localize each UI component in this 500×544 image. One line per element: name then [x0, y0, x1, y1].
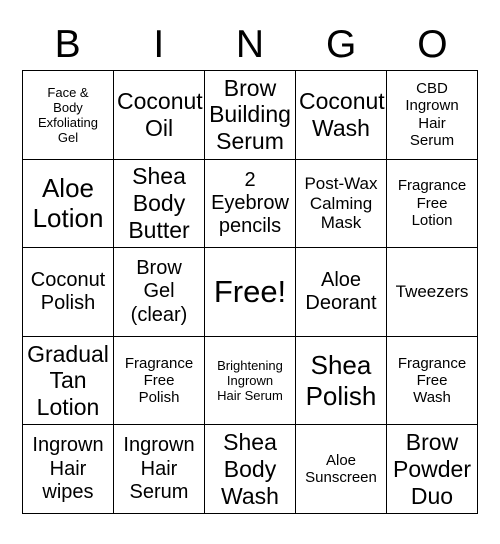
bingo-cell-label: Coconut Polish — [30, 268, 106, 314]
bingo-cell-label: Aloe Lotion — [32, 173, 104, 234]
bingo-cell[interactable]: Aloe Deorant — [296, 248, 387, 337]
bingo-cell-label: Fragrance Free Polish — [124, 354, 194, 407]
bingo-cell[interactable]: Fragrance Free Lotion — [387, 159, 478, 249]
bingo-cell[interactable]: Ingrown Hair wipes — [23, 425, 114, 514]
bingo-cell-label: Aloe Sunscreen — [305, 451, 377, 487]
bingo-cell[interactable]: Fragrance Free Wash — [387, 336, 478, 426]
bingo-cell[interactable]: Gradual Tan Lotion — [23, 336, 114, 426]
bingo-cell-label: Shea Body Butter — [128, 163, 190, 243]
bingo-cell[interactable]: 2 Eyebrow pencils — [205, 159, 296, 249]
bingo-cell-label: Post-Wax Calming Mask — [304, 173, 378, 233]
bingo-cell[interactable]: Shea Body Butter — [114, 159, 205, 249]
bingo-cell-label: Shea Polish — [305, 350, 377, 411]
bingo-cell[interactable]: Tweezers — [387, 248, 478, 337]
bingo-cell-label: Ingrown Hair wipes — [32, 434, 104, 503]
bingo-cell[interactable]: Brow Powder Duo — [387, 425, 478, 514]
bingo-cell-label: Shea Body Wash — [221, 429, 279, 509]
bingo-cell-label: Brow Gel (clear) — [130, 257, 188, 326]
bingo-card: B I N G O Face & Body Exfoliating Gel Co… — [0, 0, 500, 544]
bingo-cell-label: Brow Powder Duo — [393, 429, 471, 509]
header-letter-i: I — [153, 22, 165, 66]
header-letter-b: B — [54, 22, 81, 66]
bingo-cell-label: Brightening Ingrown Hair Serum — [217, 357, 283, 404]
bingo-cell[interactable]: Aloe Sunscreen — [296, 425, 387, 514]
bingo-cell-label: 2 Eyebrow pencils — [211, 168, 289, 237]
bingo-cell-label: Coconut Wash — [299, 88, 385, 141]
bingo-cell[interactable]: Brow Building Serum — [205, 71, 296, 160]
bingo-cell[interactable]: Brightening Ingrown Hair Serum — [205, 336, 296, 426]
bingo-cell[interactable]: Face & Body Exfoliating Gel — [23, 71, 114, 160]
bingo-cell-label: Tweezers — [395, 282, 469, 302]
header-letter-o: O — [417, 22, 448, 66]
header-letter-g: G — [326, 22, 357, 66]
bingo-cell-label: CBD Ingrown Hair Serum — [405, 80, 459, 150]
bingo-grid: Face & Body Exfoliating Gel Coconut Oil … — [22, 70, 478, 514]
bingo-free-space-label: Free! — [213, 274, 287, 310]
bingo-cell[interactable]: Fragrance Free Polish — [114, 336, 205, 426]
bingo-cell[interactable]: Coconut Polish — [23, 248, 114, 337]
bingo-cell[interactable]: Shea Polish — [296, 336, 387, 426]
bingo-cell[interactable]: Aloe Lotion — [23, 159, 114, 249]
bingo-cell-label: Face & Body Exfoliating Gel — [38, 84, 98, 145]
bingo-cell-label: Fragrance Free Wash — [397, 354, 467, 407]
bingo-cell[interactable]: Coconut Oil — [114, 71, 205, 160]
bingo-cell-label: Brow Building Serum — [209, 74, 291, 155]
bingo-header: B I N G O — [22, 20, 478, 68]
bingo-cell-label: Aloe Deorant — [305, 268, 377, 314]
header-letter-n: N — [235, 22, 265, 66]
bingo-cell-label: Fragrance Free Lotion — [397, 177, 467, 230]
bingo-cell[interactable]: Post-Wax Calming Mask — [296, 159, 387, 249]
bingo-cell[interactable]: Coconut Wash — [296, 71, 387, 160]
bingo-cell[interactable]: CBD Ingrown Hair Serum — [387, 71, 478, 160]
bingo-cell[interactable]: Ingrown Hair Serum — [114, 425, 205, 514]
bingo-cell-label: Coconut Oil — [117, 88, 203, 141]
bingo-cell[interactable]: Shea Body Wash — [205, 425, 296, 514]
bingo-cell-label: Ingrown Hair Serum — [123, 434, 195, 503]
bingo-cell-label: Gradual Tan Lotion — [27, 340, 109, 420]
bingo-cell[interactable]: Brow Gel (clear) — [114, 248, 205, 337]
bingo-cell-free-space[interactable]: Free! — [205, 248, 296, 337]
